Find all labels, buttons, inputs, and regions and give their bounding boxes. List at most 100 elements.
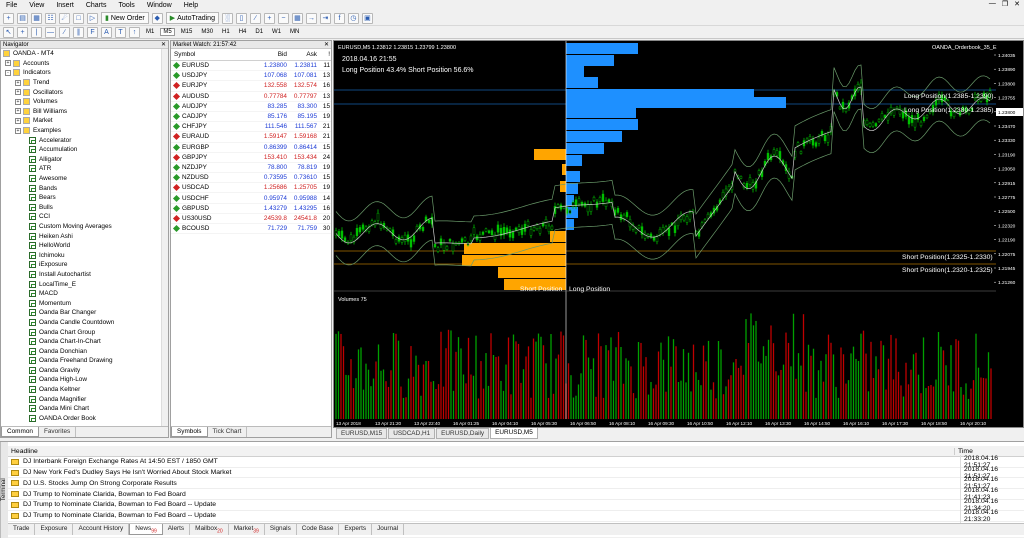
tree-item-indicator[interactable]: Install Autochartist	[1, 270, 168, 280]
menu-tools[interactable]: Tools	[112, 2, 140, 9]
crosshair-icon[interactable]: +	[17, 26, 28, 38]
close-icon[interactable]: ✕	[161, 41, 166, 49]
column-spread[interactable]: !	[317, 51, 331, 58]
templates-icon[interactable]: ▣	[361, 12, 373, 24]
arrows-icon[interactable]: ↑	[129, 26, 140, 38]
tree-item-indicator[interactable]: Momentum	[1, 298, 168, 308]
market-watch-row[interactable]: USDCAD 1.25686 1.25705 19	[171, 183, 331, 194]
market-watch-row[interactable]: EURJPY 132.558 132.574 16	[171, 81, 331, 92]
horizontal-line-icon[interactable]: —	[45, 26, 56, 38]
market-watch-row[interactable]: GBPJPY 153.410 153.434 24	[171, 153, 331, 163]
text-icon[interactable]: A	[101, 26, 112, 38]
tree-item-group[interactable]: + Trend	[1, 78, 168, 88]
market-watch-row[interactable]: AUDJPY 83.285 83.300 15	[171, 102, 331, 112]
terminal-tab-alerts[interactable]: Alerts	[163, 524, 191, 535]
tree-item-indicator[interactable]: ATR	[1, 164, 168, 174]
news-row[interactable]: DJ Trump to Nominate Clarida, Bowman to …	[8, 497, 1024, 512]
indicators-icon[interactable]: f	[333, 12, 345, 24]
tree-item-indicator[interactable]: Oanda Candle Countdown	[1, 318, 168, 328]
new-order-button[interactable]: ▮ New Order	[101, 12, 149, 24]
news-row[interactable]: DJ New York Fed's Dudley Says He Isn't W…	[8, 465, 1024, 480]
timeframe-w1[interactable]: W1	[269, 28, 284, 36]
tab-favorites[interactable]: Favorites	[39, 427, 77, 437]
tree-item-indicator[interactable]: Oanda Chart-In-Chart	[1, 337, 168, 347]
terminal-tab-exposure[interactable]: Exposure	[35, 524, 74, 535]
tester-icon[interactable]: ▷	[87, 12, 98, 24]
market-watch-row[interactable]: AUDUSD 0.77784 0.77797 13	[171, 92, 331, 102]
tree-item-group[interactable]: + Bill Williams	[1, 107, 168, 117]
line-chart-icon[interactable]: ∕	[249, 12, 261, 24]
tree-item-indicator[interactable]: Custom Moving Averages	[1, 222, 168, 232]
chart-shift-icon[interactable]: ⇥	[319, 12, 331, 24]
market-watch-row[interactable]: NZDJPY 78.800 78.819 19	[171, 163, 331, 174]
column-ask[interactable]: Ask	[287, 51, 317, 58]
menu-help[interactable]: Help	[178, 2, 204, 9]
cursor-icon[interactable]: ↖	[3, 26, 14, 38]
terminal-tab-experts[interactable]: Experts	[339, 524, 373, 535]
expand-icon[interactable]: +	[15, 98, 21, 105]
tree-item-indicator[interactable]: Oanda Mini Chart	[1, 404, 168, 414]
market-watch-row[interactable]: US30USD 24539.8 24541.8 20	[171, 214, 331, 224]
market-watch-row[interactable]: EURAUD 1.59147 1.59168 21	[171, 132, 331, 143]
bar-chart-icon[interactable]: ░	[221, 12, 233, 24]
minimize-icon[interactable]: —	[989, 0, 996, 8]
menu-insert[interactable]: Insert	[50, 2, 80, 9]
tab-symbols[interactable]: Symbols	[171, 427, 208, 437]
data-window-icon[interactable]: ☷	[45, 12, 56, 24]
terminal-tab-trade[interactable]: Trade	[8, 524, 36, 535]
tree-item-indicator[interactable]: Bears	[1, 193, 168, 203]
column-time[interactable]: Time	[954, 447, 973, 455]
tree-item-indicator[interactable]: Accelerator	[1, 135, 168, 145]
expand-icon[interactable]: -	[5, 69, 11, 76]
tree-item-indicator[interactable]: OANDA Order Book	[1, 414, 168, 424]
expand-icon[interactable]: +	[15, 79, 21, 86]
terminal-tab-account-history[interactable]: Account History	[73, 524, 130, 535]
expand-icon[interactable]: +	[15, 89, 21, 96]
tree-item-indicator[interactable]: Heiken Ashi	[1, 231, 168, 241]
menu-view[interactable]: View	[23, 2, 50, 9]
timeframe-m1[interactable]: M1	[143, 28, 157, 36]
zoom-in-icon[interactable]: +	[263, 12, 275, 24]
tree-item-indicators[interactable]: - Indicators	[1, 68, 168, 78]
channel-icon[interactable]: ∥	[73, 26, 84, 38]
market-watch-row[interactable]: CADJPY 85.176 85.195 19	[171, 112, 331, 123]
navigator-icon[interactable]: ☄	[59, 12, 70, 24]
tree-item-indicator[interactable]: Oanda Keltner	[1, 385, 168, 395]
tab-common[interactable]: Common	[1, 427, 39, 437]
new-chart-icon[interactable]: +	[3, 12, 14, 24]
market-watch-row[interactable]: EURGBP 0.86399 0.86414 15	[171, 143, 331, 153]
tree-item-indicator[interactable]: iExposure	[1, 260, 168, 270]
tree-item-indicator[interactable]: Accumulation	[1, 145, 168, 155]
metaeditor-icon[interactable]: ◆	[151, 12, 163, 24]
zoom-out-icon[interactable]: −	[277, 12, 289, 24]
label-icon[interactable]: T	[115, 26, 126, 38]
news-row[interactable]: DJ U.S. Stocks Jump On Strong Corporate …	[8, 476, 1024, 491]
tree-item-indicator[interactable]: Alligator	[1, 155, 168, 165]
market-watch-row[interactable]: NZDUSD 0.73595 0.73610 15	[171, 173, 331, 184]
timeframe-d1[interactable]: D1	[252, 28, 266, 36]
tree-item-indicator[interactable]: Bands	[1, 183, 168, 193]
tree-item-indicator[interactable]: HelloWorld	[1, 241, 168, 251]
tab-tick-chart[interactable]: Tick Chart	[208, 427, 248, 437]
expand-icon[interactable]: +	[15, 117, 21, 124]
chart-window[interactable]: 1.240351.238901.238001.237551.236101.234…	[333, 40, 1024, 428]
restore-icon[interactable]: ❐	[1002, 0, 1008, 8]
market-watch-row[interactable]: GBPUSD 1.43279 1.43295 16	[171, 204, 331, 214]
terminal-tab-signals[interactable]: Signals	[265, 524, 297, 535]
menu-charts[interactable]: Charts	[80, 2, 113, 9]
tree-item-indicator[interactable]: Bulls	[1, 203, 168, 213]
navigator-scrollbar[interactable]	[161, 49, 168, 427]
tree-item-indicator[interactable]: Oanda Bar Changer	[1, 308, 168, 318]
chart-tab-eurusd-daily[interactable]: EURUSD,Daily	[436, 428, 490, 439]
tree-item-indicator[interactable]: MACD	[1, 289, 168, 299]
close-icon[interactable]: ✕	[324, 41, 329, 49]
market-watch-icon[interactable]: ▦	[31, 12, 42, 24]
tree-item-indicator[interactable]: Oanda Magnifier	[1, 394, 168, 404]
expand-icon[interactable]: +	[5, 60, 11, 67]
timeframe-mn[interactable]: MN	[287, 28, 302, 36]
terminal-tab-news[interactable]: News99	[129, 524, 163, 535]
menu-file[interactable]: File	[0, 2, 23, 9]
tree-item-indicator[interactable]: Oanda Freehand Drawing	[1, 356, 168, 366]
terminal-tab-journal[interactable]: Journal	[372, 524, 405, 535]
chart-tab-eurusd-m5[interactable]: EURUSD,M5	[490, 428, 538, 439]
